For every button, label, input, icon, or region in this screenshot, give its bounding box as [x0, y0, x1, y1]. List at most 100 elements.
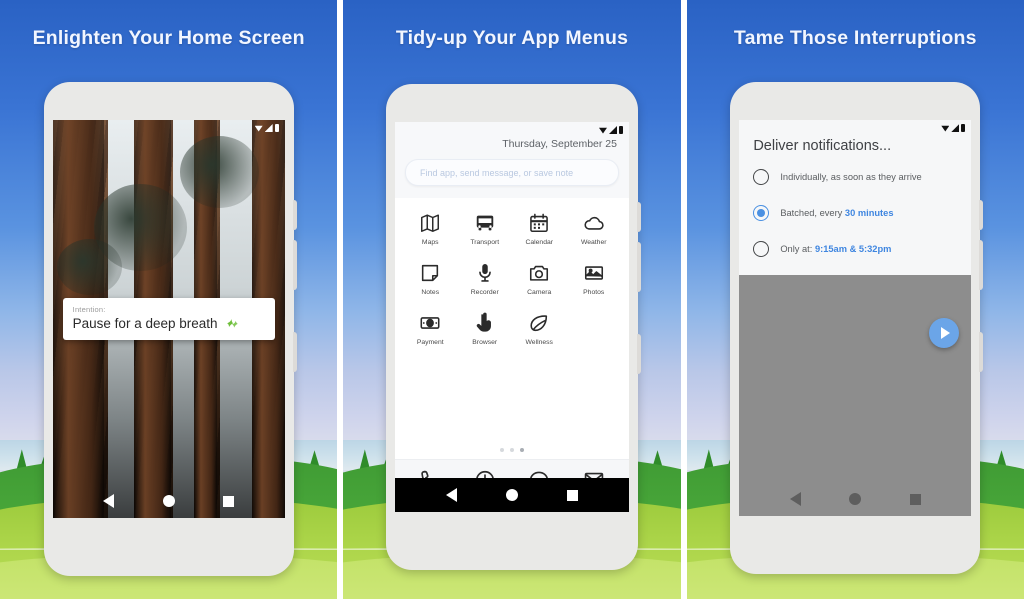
app-launcher: Thursday, September 25 Find app, send me… [394, 122, 629, 512]
radio-button-unselected[interactable] [753, 169, 770, 185]
signal-icon [264, 124, 273, 132]
intention-text-row: Pause for a deep breath [73, 316, 265, 331]
play-button-icon[interactable] [929, 318, 960, 348]
page-dot[interactable] [499, 448, 504, 452]
dimmed-background [739, 275, 972, 516]
phone-power-button [636, 334, 641, 374]
phone-screen: Thursday, September 25 Find app, send me… [394, 122, 629, 512]
cloud-icon [584, 216, 604, 230]
note-icon [422, 264, 439, 282]
battery-icon [961, 124, 966, 132]
page-dot[interactable] [509, 448, 514, 452]
app-tile-browser[interactable]: Browser [457, 312, 512, 346]
leaf-icon [530, 315, 548, 332]
phone-screen: Deliver notifications... Individually, a… [739, 120, 972, 516]
option-label: Batched, every 30 minutes [780, 208, 893, 218]
promo-panel-interruptions: Tame Those Interruptions Deliver notific… [686, 0, 1024, 599]
recents-icon[interactable] [909, 493, 921, 505]
option-label: Individually, as soon as they arrive [780, 172, 922, 182]
app-label: Camera [527, 289, 552, 296]
option-text-prefix: Only at: [780, 244, 815, 254]
back-icon[interactable] [445, 488, 457, 502]
panel-headline: Enlighten Your Home Screen [32, 27, 305, 49]
intention-text: Pause for a deep breath [72, 316, 218, 331]
app-label: Photos [583, 289, 605, 296]
radio-option-batched[interactable]: Batched, every 30 minutes [753, 205, 957, 221]
android-nav-bar [53, 484, 285, 518]
search-placeholder: Find app, send message, or save note [419, 167, 574, 178]
back-icon[interactable] [789, 492, 801, 506]
app-label: Calendar [525, 239, 554, 246]
option-label: Only at: 9:15am & 5:32pm [780, 244, 891, 254]
app-tile-payment[interactable]: Payment [403, 312, 458, 346]
launcher-header: Thursday, September 25 Find app, send me… [394, 122, 629, 198]
phone-side-button [979, 200, 984, 230]
notification-dialog: Deliver notifications... Individually, a… [739, 120, 972, 275]
screenshot-gallery: Enlighten Your Home Screen Intention: Pa… [0, 0, 1024, 599]
phone-power-button [292, 332, 297, 372]
phone-mockup: Intention: Pause for a deep breath [43, 82, 297, 576]
dialog-title: Deliver notifications... [753, 138, 892, 154]
app-tile-recorder[interactable]: Recorder [457, 262, 512, 296]
wifi-icon [254, 125, 263, 132]
signal-icon [608, 126, 617, 134]
back-icon[interactable] [102, 494, 114, 508]
recents-icon[interactable] [567, 489, 579, 501]
wifi-icon [941, 125, 950, 132]
home-icon[interactable] [849, 493, 862, 505]
radio-option-only-at[interactable]: Only at: 9:15am & 5:32pm [753, 241, 957, 257]
page-indicator [395, 442, 629, 459]
map-icon [421, 214, 440, 232]
android-nav-bar [394, 478, 629, 512]
camera-icon [530, 265, 549, 281]
phone-volume-button [636, 242, 641, 292]
phone-volume-button [292, 240, 297, 290]
android-nav-bar [739, 482, 972, 516]
app-tile-weather[interactable]: Weather [566, 212, 621, 246]
option-text-prefix: Batched, every [780, 208, 845, 218]
herb-leaf-icon [224, 317, 239, 330]
status-bar [941, 124, 966, 132]
photo-icon [584, 266, 603, 280]
panel-headline: Tidy-up Your App Menus [395, 27, 629, 49]
pointing-hand-icon [476, 312, 491, 332]
promo-panel-home-screen: Enlighten Your Home Screen Intention: Pa… [0, 0, 338, 599]
app-tile-transport[interactable]: Transport [457, 212, 512, 246]
app-label: Payment [416, 339, 444, 346]
app-tile-camera[interactable]: Camera [512, 262, 567, 296]
calendar-icon [530, 213, 549, 233]
app-label: Maps [421, 239, 439, 246]
radio-button-selected[interactable] [753, 205, 770, 221]
radio-option-individually[interactable]: Individually, as soon as they arrive [753, 169, 957, 185]
app-grid: Maps Transport Calendar Weather Notes Re… [395, 198, 629, 442]
app-tile-calendar[interactable]: Calendar [512, 212, 567, 246]
app-tile-photos[interactable]: Photos [566, 262, 621, 296]
phone-screen: Intention: Pause for a deep breath [52, 120, 285, 518]
app-label: Wellness [525, 339, 553, 346]
promo-panel-app-menus: Tidy-up Your App Menus Thursday, Septemb… [343, 0, 681, 599]
app-label: Recorder [470, 289, 499, 296]
option-highlight-value[interactable]: 30 minutes [845, 208, 894, 218]
intention-label: Intention: [72, 305, 106, 314]
intention-card[interactable]: Intention: Pause for a deep breath [62, 298, 275, 340]
search-input[interactable]: Find app, send message, or save note [404, 159, 619, 186]
signal-icon [951, 124, 960, 132]
page-dot-active[interactable] [519, 448, 524, 452]
phone-side-button [636, 202, 641, 232]
app-tile-notes[interactable]: Notes [403, 262, 458, 296]
app-tile-maps[interactable]: Maps [403, 212, 458, 246]
radio-button-unselected[interactable] [753, 241, 770, 257]
phone-volume-button [979, 240, 984, 290]
app-label: Notes [421, 289, 440, 296]
app-label: Browser [472, 339, 498, 346]
recents-icon[interactable] [223, 495, 235, 507]
status-bar [254, 124, 279, 132]
option-highlight-value[interactable]: 9:15am & 5:32pm [815, 244, 891, 254]
phone-side-button [292, 200, 297, 230]
bus-icon [476, 215, 493, 231]
app-tile-wellness[interactable]: Wellness [512, 312, 567, 346]
panel-headline: Tame Those Interruptions [733, 27, 977, 49]
home-icon[interactable] [505, 489, 518, 501]
app-label: Transport [470, 239, 500, 246]
home-icon[interactable] [162, 495, 175, 507]
